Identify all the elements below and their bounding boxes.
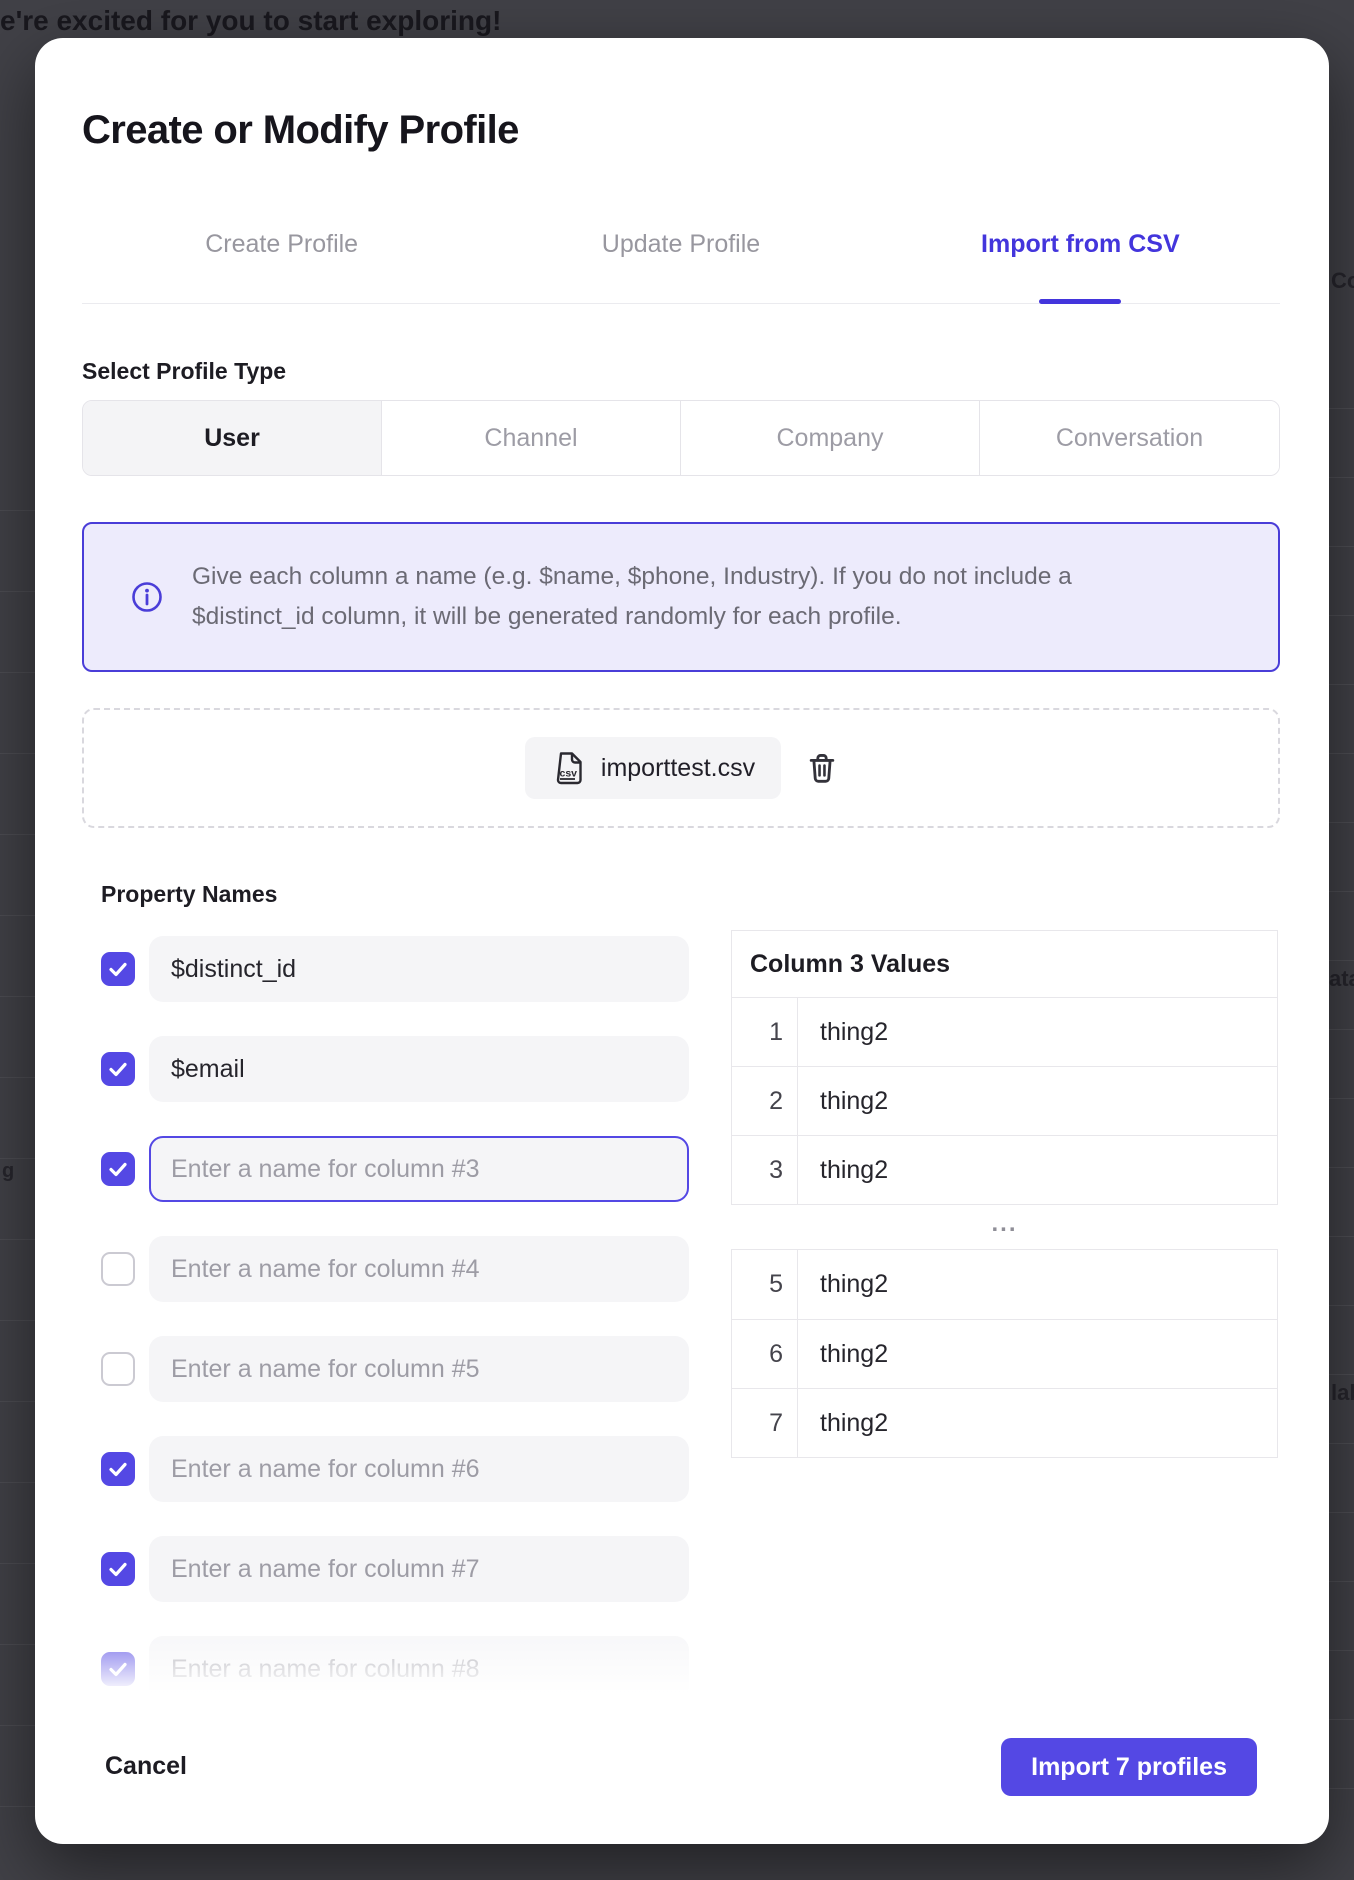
backdrop-clipped-text: e're excited for you to start exploring! [0,5,501,37]
tab-update-profile[interactable]: Update Profile [481,220,880,303]
column-8-name-input[interactable] [149,1636,689,1702]
cancel-button[interactable]: Cancel [105,1752,187,1781]
column-7-checkbox[interactable] [101,1552,135,1586]
info-banner: Give each column a name (e.g. $name, $ph… [82,522,1280,672]
tab-import-from-csv[interactable]: Import from CSV [881,220,1280,303]
segment-label: User [204,424,260,453]
import-profiles-button[interactable]: Import 7 profiles [1001,1738,1257,1796]
table-row: 5 thing2 [732,1250,1277,1319]
checkmark-icon [106,957,130,981]
segment-label: Channel [484,424,577,453]
segment-label: Conversation [1056,424,1203,453]
csv-file-icon: csv [551,750,587,786]
column-6-checkbox[interactable] [101,1452,135,1486]
row-value: thing2 [798,1389,888,1457]
column-values-table-bottom: 5 thing2 6 thing2 7 thing2 [731,1249,1278,1458]
row-value: thing2 [798,1320,888,1388]
column-2-checkbox[interactable] [101,1052,135,1086]
property-row-1 [101,936,689,1002]
svg-text:csv: csv [559,768,577,780]
property-row-8 [101,1636,689,1702]
profile-type-channel[interactable]: Channel [382,401,681,475]
modal-title: Create or Modify Profile [82,108,519,153]
table-ellipsis: ... [731,1210,1278,1238]
row-number: 7 [732,1389,798,1457]
property-row-3 [101,1136,689,1202]
table-row: 3 thing2 [732,1135,1277,1204]
checkmark-icon [106,1457,130,1481]
column-7-name-input[interactable] [149,1536,689,1602]
checkmark-icon [106,1057,130,1081]
property-row-4 [101,1236,689,1302]
row-number: 3 [732,1136,798,1204]
profile-type-user[interactable]: User [83,401,382,475]
table-row: 2 thing2 [732,1066,1277,1135]
row-value: thing2 [798,1067,888,1135]
modal-tabs: Create Profile Update Profile Import fro… [82,220,1280,304]
tab-label: Import from CSV [981,230,1180,259]
property-rows-list [101,936,689,1702]
backdrop-fragment: g [2,1160,14,1183]
table-row: 6 thing2 [732,1319,1277,1388]
column-values-table-top: Column 3 Values 1 thing2 2 thing2 3 thin… [731,930,1278,1205]
checkmark-icon [106,1157,130,1181]
backdrop-left-strip [0,430,35,1810]
create-or-modify-profile-modal: Create or Modify Profile Create Profile … [35,38,1329,1844]
backdrop-fragment: lab [1331,1380,1354,1406]
row-value: thing2 [798,1136,888,1204]
profile-type-label: Select Profile Type [82,358,286,385]
property-row-6 [101,1436,689,1502]
file-dropzone[interactable]: csv importtest.csv [82,708,1280,828]
trash-icon [807,752,837,784]
column-8-checkbox[interactable] [101,1652,135,1686]
segment-label: Company [777,424,884,453]
tab-create-profile[interactable]: Create Profile [82,220,481,303]
uploaded-filename: importtest.csv [601,754,755,783]
column-3-name-input[interactable] [149,1136,689,1202]
property-row-2 [101,1036,689,1102]
uploaded-file-chip: csv importtest.csv [525,737,781,799]
column-1-name-input[interactable] [149,936,689,1002]
row-value: thing2 [798,998,888,1066]
column-2-name-input[interactable] [149,1036,689,1102]
backdrop-fragment: Col [1331,268,1354,294]
property-row-5 [101,1336,689,1402]
banner-text: Give each column a name (e.g. $name, $ph… [192,557,1137,637]
row-value: thing2 [798,1250,888,1319]
row-number: 5 [732,1250,798,1319]
column-3-checkbox[interactable] [101,1152,135,1186]
property-names-label: Property Names [101,881,277,908]
checkmark-icon [106,1557,130,1581]
row-number: 1 [732,998,798,1066]
profile-type-company[interactable]: Company [681,401,980,475]
backdrop-right-strip [1329,340,1354,1810]
column-5-name-input[interactable] [149,1336,689,1402]
values-table-header: Column 3 Values [732,931,1277,997]
tab-label: Create Profile [205,230,358,259]
column-4-checkbox[interactable] [101,1252,135,1286]
remove-file-button[interactable] [807,752,837,784]
tab-label: Update Profile [602,230,760,259]
table-row: 7 thing2 [732,1388,1277,1457]
column-4-name-input[interactable] [149,1236,689,1302]
info-icon [130,580,164,614]
checkmark-icon [106,1657,130,1681]
row-number: 2 [732,1067,798,1135]
profile-type-segmented-control: User Channel Company Conversation [82,400,1280,476]
column-6-name-input[interactable] [149,1436,689,1502]
active-tab-underline [1039,299,1121,304]
row-number: 6 [732,1320,798,1388]
backdrop-fragment: ata [1329,966,1354,992]
column-5-checkbox[interactable] [101,1352,135,1386]
property-row-7 [101,1536,689,1602]
table-row: 1 thing2 [732,997,1277,1066]
column-1-checkbox[interactable] [101,952,135,986]
profile-type-conversation[interactable]: Conversation [980,401,1279,475]
